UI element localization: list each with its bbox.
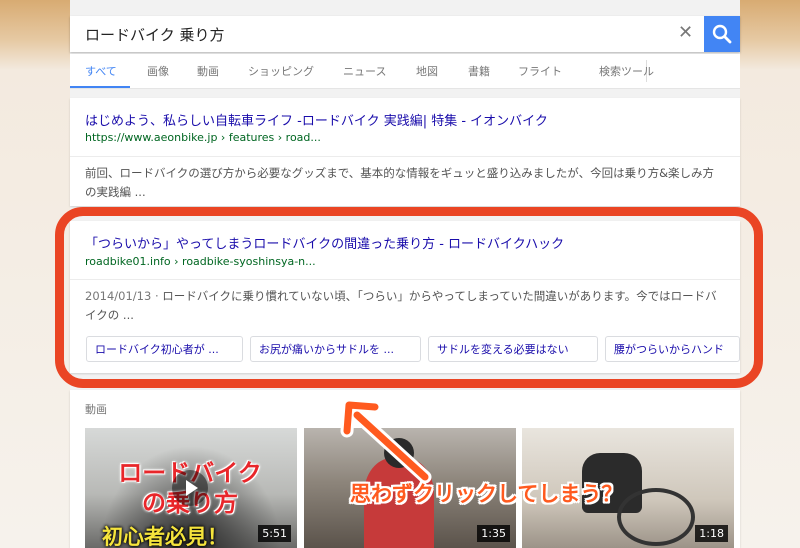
search-icon: [712, 24, 732, 44]
result-url[interactable]: https://www.aeonbike.jp › features › roa…: [85, 131, 321, 144]
tab-news[interactable]: ニュース: [343, 63, 386, 79]
result-title[interactable]: はじめよう、私らしい自転車ライフ -ロードバイク 実践編| 特集 - イオンバイ…: [85, 110, 548, 129]
search-bar[interactable]: ロードバイク 乗り方 ✕: [70, 16, 740, 52]
tab-books[interactable]: 書籍: [468, 63, 490, 79]
video-thumbnail[interactable]: ロードバイク の乗り方 初心者必見！ 5:51: [85, 428, 297, 548]
annotation-callout: 思わずクリックしてしまう？: [350, 482, 623, 506]
search-button[interactable]: [704, 16, 740, 52]
section-label-videos: 動画: [85, 403, 107, 416]
tab-videos[interactable]: 動画: [197, 63, 219, 79]
tab-flights[interactable]: フライト: [518, 63, 562, 79]
clear-icon[interactable]: ✕: [678, 22, 693, 43]
thumbnail-caption: 初心者必見！: [102, 525, 228, 548]
search-tabs: すべて 画像 動画 ショッピング ニュース 地図 書籍 フライト 検索ツール: [70, 54, 740, 89]
video-duration: 1:35: [477, 525, 510, 542]
video-duration: 1:18: [695, 525, 728, 542]
search-input[interactable]: ロードバイク 乗り方: [85, 24, 224, 45]
thumbnail-wheel: [617, 488, 695, 546]
highlight-frame: [55, 207, 763, 388]
search-result: はじめよう、私らしい自転車ライフ -ロードバイク 実践編| 特集 - イオンバイ…: [70, 98, 740, 206]
active-tab-indicator: [70, 86, 130, 88]
result-snippet: 前回、ロードバイクの選び方から必要なグッズまで、基本的な情報をギュッと盛り込みま…: [85, 166, 715, 199]
play-icon: [172, 470, 208, 506]
divider: [70, 156, 740, 157]
video-duration: 5:51: [258, 525, 291, 542]
tab-shopping[interactable]: ショッピング: [248, 63, 314, 79]
arrow-icon: [340, 398, 432, 484]
tab-search-tools[interactable]: 検索ツール: [599, 63, 654, 79]
tab-images[interactable]: 画像: [147, 63, 169, 79]
tab-maps[interactable]: 地図: [416, 63, 438, 79]
tab-all[interactable]: すべて: [85, 63, 117, 79]
